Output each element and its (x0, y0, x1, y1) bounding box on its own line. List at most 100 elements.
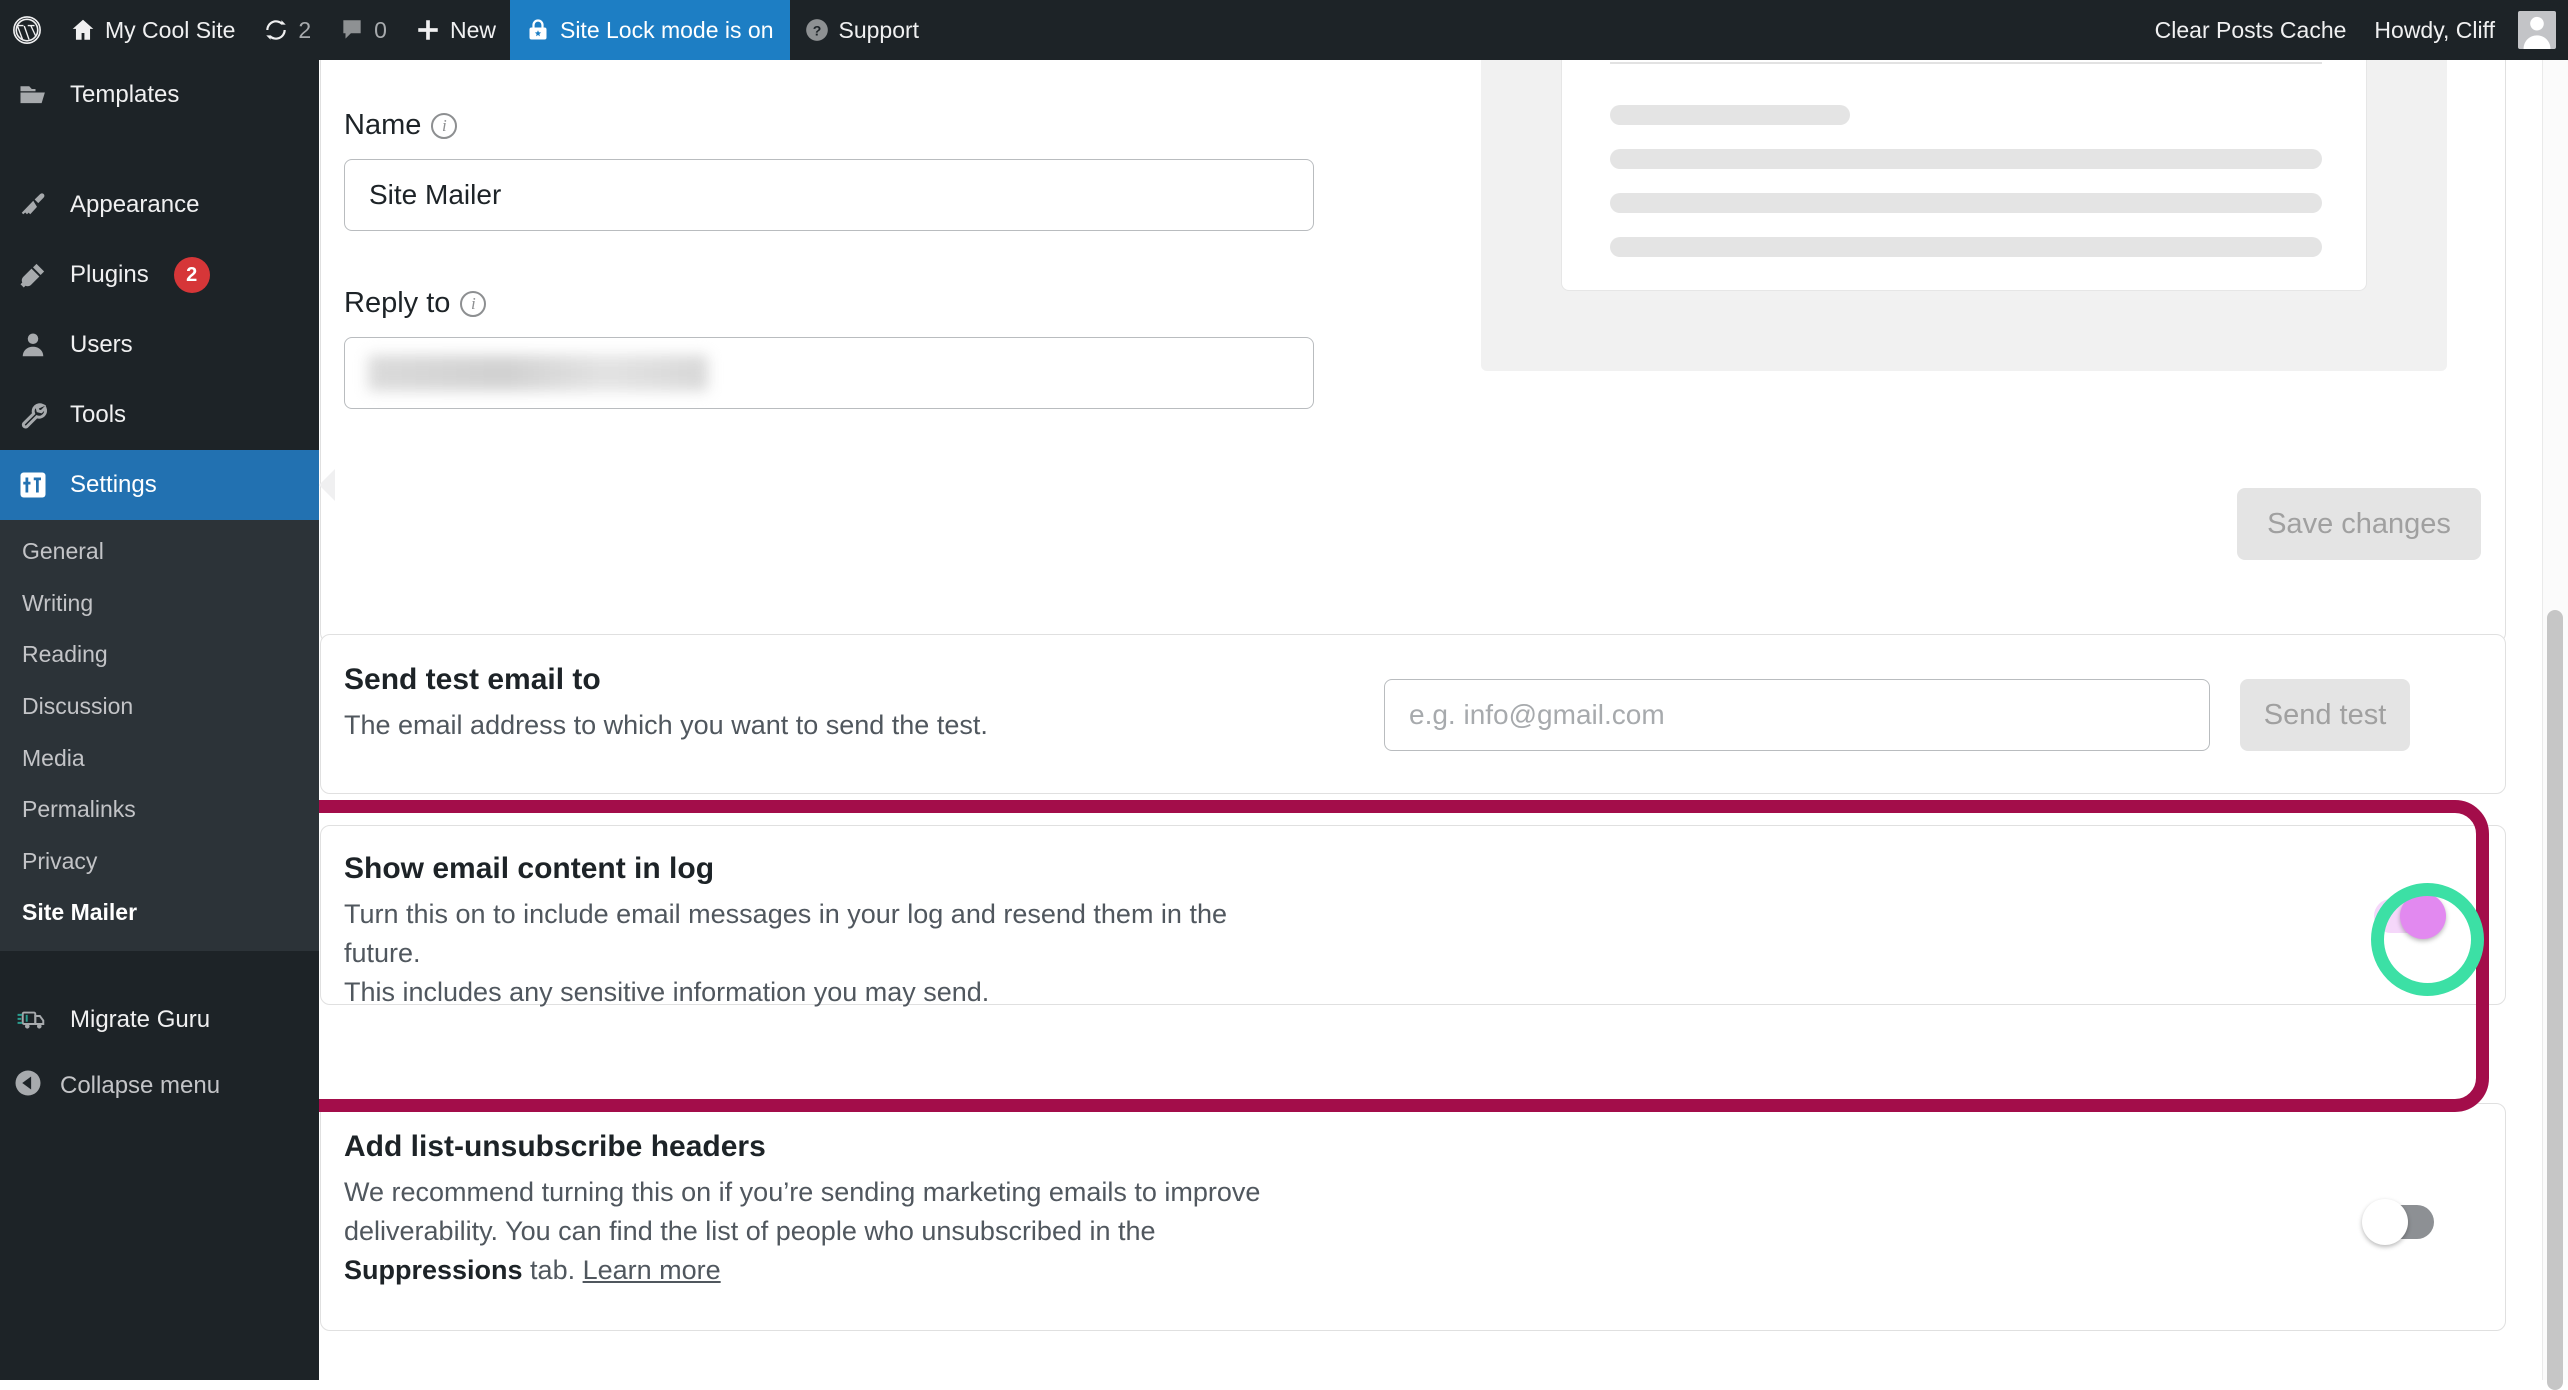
sidebar-item-plugins[interactable]: Plugins 2 (0, 240, 319, 310)
plug-icon (13, 260, 53, 290)
show-log-title: Show email content in log (344, 852, 715, 885)
home-icon (70, 17, 96, 43)
sidebar-item-privacy[interactable]: Privacy (0, 836, 319, 888)
support-button[interactable]: ? Support (790, 0, 934, 60)
show-email-content-in-log-toggle[interactable] (2374, 893, 2446, 939)
show-log-text: Show email content in log Turn this on t… (344, 852, 1227, 1012)
folder-icon (13, 80, 53, 110)
save-changes-button[interactable]: Save changes (2237, 488, 2481, 560)
sidebar-divider (0, 130, 319, 170)
account-menu-button[interactable]: Howdy, Cliff (2360, 0, 2568, 60)
preview-skeleton-bar (1610, 193, 2322, 213)
clear-posts-cache-label: Clear Posts Cache (2154, 16, 2347, 43)
comments-count: 0 (374, 16, 387, 43)
reply-to-field-group: Reply to i (344, 287, 1314, 409)
sidebar-item-settings[interactable]: Settings (0, 450, 319, 520)
site-lock-mode-label: Site Lock mode is on (559, 16, 774, 43)
sender-settings-card: Name i Reply to i To: You (320, 60, 2506, 643)
unsubscribe-text: Add list-unsubscribe headers We recommen… (344, 1130, 1260, 1290)
sidebar-item-templates[interactable]: Templates (0, 60, 319, 130)
site-name-button[interactable]: My Cool Site (56, 0, 249, 60)
sidebar-divider (0, 951, 319, 985)
sidebar-item-migrate-guru[interactable]: Migrate Guru (0, 985, 319, 1055)
info-icon[interactable]: i (460, 290, 487, 317)
collapse-menu-label: Collapse menu (60, 1072, 221, 1100)
howdy-label: Howdy, Cliff (2374, 16, 2495, 43)
show-log-desc-line-2: future. (344, 938, 421, 969)
clear-posts-cache-button[interactable]: Clear Posts Cache (2141, 0, 2361, 60)
reply-to-redacted-overlay (368, 355, 708, 391)
vertical-scrollbar-thumb[interactable] (2547, 610, 2563, 1390)
wordpress-logo-icon (12, 15, 42, 45)
sidebar-item-tools[interactable]: Tools (0, 380, 319, 450)
site-name-label: My Cool Site (105, 16, 236, 43)
name-input[interactable] (344, 159, 1314, 231)
send-test-email-text: Send test email to The email address to … (344, 663, 988, 745)
learn-more-link[interactable]: Learn more (583, 1255, 721, 1285)
send-test-email-title: Send test email to (344, 663, 601, 696)
info-icon[interactable]: i (431, 112, 458, 139)
admin-bar-right: Clear Posts Cache Howdy, Cliff (2141, 0, 2568, 60)
settings-submenu: General Writing Reading Discussion Media… (0, 520, 319, 952)
unsubscribe-desc-line-1: We recommend turning this on if you’re s… (344, 1177, 1261, 1207)
name-field-label: Name i (344, 109, 1314, 142)
unsubscribe-desc-line-3-rest: tab. (522, 1255, 583, 1286)
email-preview-card: To: You (1561, 60, 2367, 291)
unsubscribe-title: Add list-unsubscribe headers (344, 1130, 766, 1163)
reply-to-field-label: Reply to i (344, 287, 1314, 320)
toggle-knob (2400, 893, 2446, 939)
main-content: site-sender@almost-hidden-mailer-server.… (319, 60, 2568, 1380)
sidebar-item-label: Tools (70, 401, 127, 428)
comments-button[interactable]: 0 (325, 0, 401, 60)
paintbrush-icon (13, 190, 53, 220)
show-log-desc-line-1: Turn this on to include email messages i… (344, 899, 1227, 929)
sidebar-item-label: Plugins (70, 261, 149, 288)
plugins-update-badge: 2 (173, 257, 210, 293)
sidebar-item-reading[interactable]: Reading (0, 629, 319, 681)
sidebar-item-label: Users (70, 331, 133, 358)
unsubscribe-desc-line-2: deliverability. You can find the list of… (344, 1216, 1156, 1247)
sidebar-item-appearance[interactable]: Appearance (0, 170, 319, 240)
support-label: Support (838, 16, 920, 43)
sidebar-item-users[interactable]: Users (0, 310, 319, 380)
comment-icon (339, 17, 365, 43)
admin-bar: My Cool Site 2 0 New Site Lock mode is o… (0, 0, 2568, 60)
sidebar-item-label: Settings (70, 471, 157, 498)
sidebar-item-label: Migrate Guru (70, 1006, 211, 1034)
new-content-label: New (449, 16, 496, 43)
plus-icon (415, 17, 441, 43)
show-email-content-in-log-card: Show email content in log Turn this on t… (320, 825, 2506, 1007)
updates-count: 2 (298, 16, 312, 43)
email-preview-panel: To: You (1481, 60, 2447, 371)
sidebar-item-site-mailer[interactable]: Site Mailer (0, 887, 319, 939)
collapse-arrow-icon (13, 1068, 43, 1105)
vertical-scrollbar-track[interactable] (2542, 60, 2568, 1390)
sidebar-item-general[interactable]: General (0, 526, 319, 578)
preview-skeleton-bar (1610, 149, 2322, 169)
lock-icon (526, 18, 550, 42)
updates-button[interactable]: 2 (249, 0, 325, 60)
wordpress-logo-button[interactable] (0, 0, 56, 60)
site-lock-mode-button[interactable]: Site Lock mode is on (509, 0, 790, 60)
send-test-email-description: The email address to which you want to s… (344, 710, 988, 740)
svg-text:?: ? (812, 22, 821, 38)
sidebar-item-label: Appearance (70, 191, 200, 218)
suppressions-label: Suppressions (344, 1255, 523, 1286)
send-test-button[interactable]: Send test (2240, 679, 2410, 751)
new-content-button[interactable]: New (401, 0, 510, 60)
collapse-menu-button[interactable]: Collapse menu (0, 1055, 319, 1117)
send-test-email-card: Send test email to The email address to … (320, 634, 2506, 794)
wrench-icon (13, 400, 53, 430)
add-list-unsubscribe-headers-toggle[interactable] (2362, 1199, 2434, 1245)
toggle-knob (2362, 1199, 2408, 1245)
name-field-group: Name i (344, 109, 1314, 231)
help-icon: ? (804, 17, 830, 43)
sidebar-item-writing[interactable]: Writing (0, 578, 319, 630)
preview-skeleton-bar (1610, 237, 2322, 257)
sidebar-item-media[interactable]: Media (0, 733, 319, 785)
sidebar-item-label: Templates (70, 81, 180, 108)
sidebar-item-discussion[interactable]: Discussion (0, 681, 319, 733)
sliders-icon (13, 470, 53, 500)
sidebar-item-permalinks[interactable]: Permalinks (0, 784, 319, 836)
test-email-input[interactable] (1384, 679, 2210, 751)
